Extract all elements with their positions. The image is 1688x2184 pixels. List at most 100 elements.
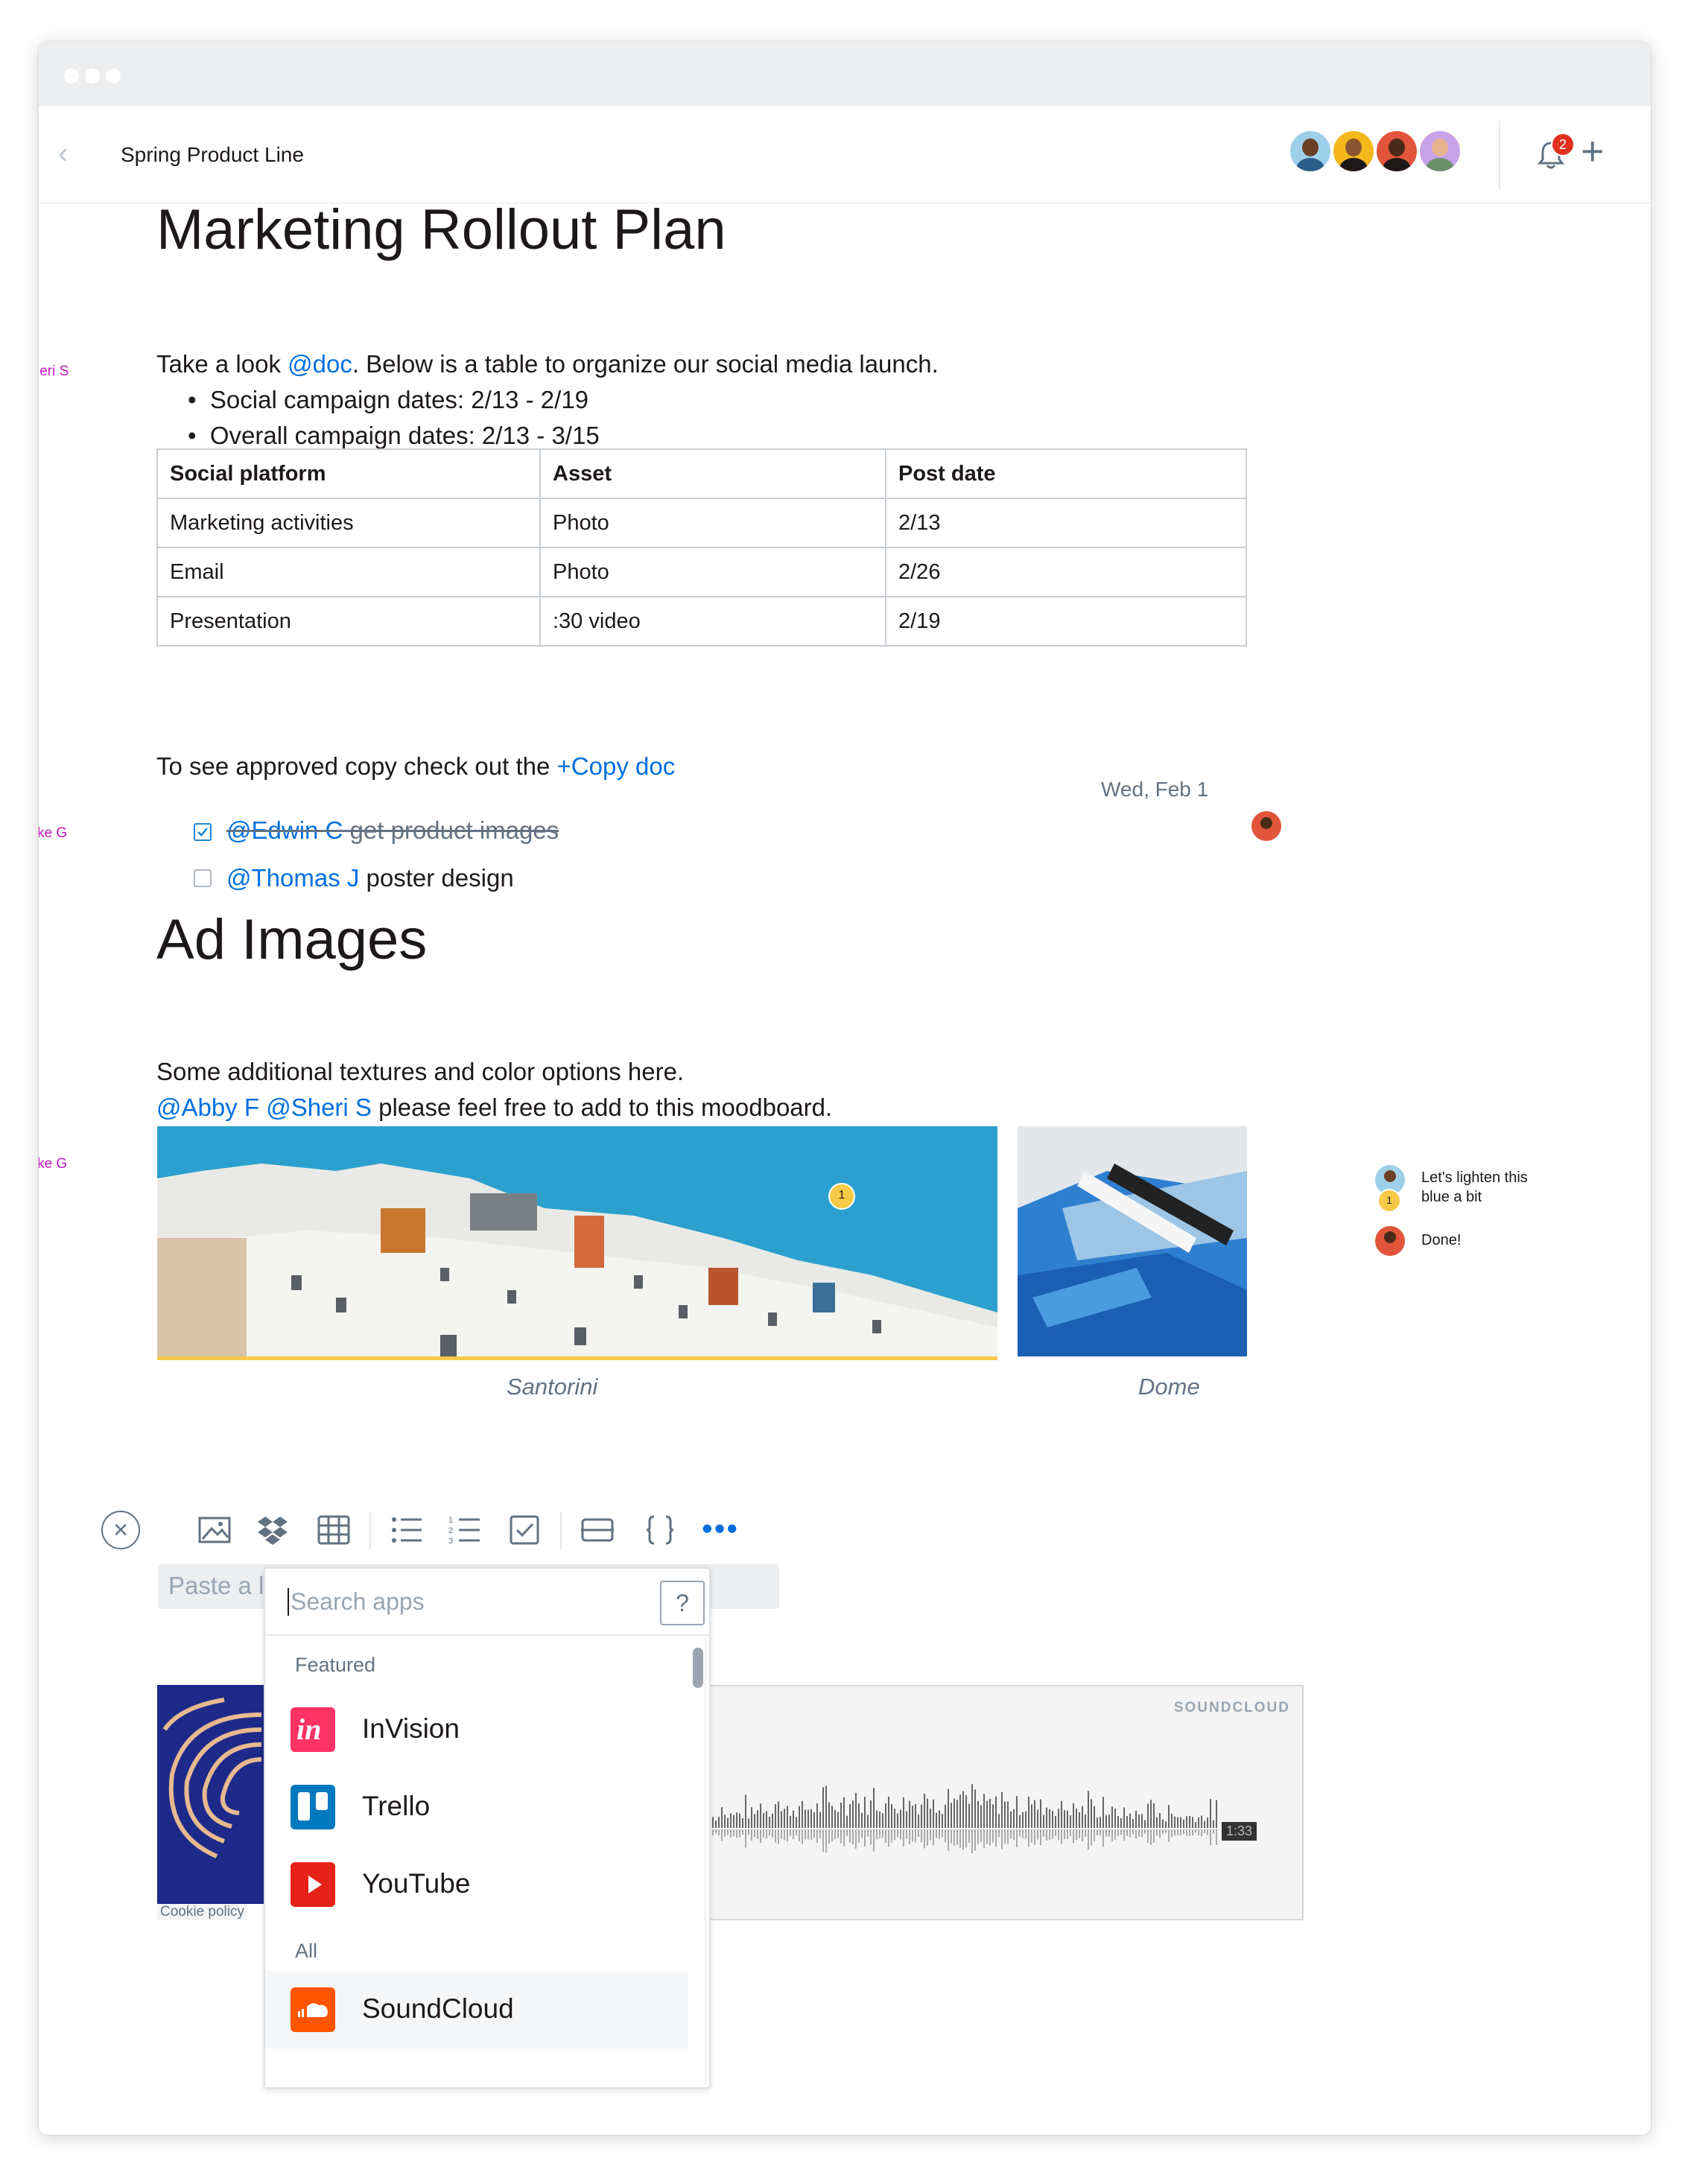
waveform-bar-reflection: [1171, 1829, 1173, 1838]
waveform-bar: [760, 1803, 761, 1828]
waveform-bar-reflection: [1156, 1829, 1158, 1835]
waveform-bar: [1049, 1809, 1050, 1828]
table-cell[interactable]: 2/19: [885, 596, 1247, 647]
comment-text[interactable]: Done!: [1421, 1231, 1461, 1250]
waveform-bar-reflection: [1195, 1829, 1196, 1833]
app-search-input[interactable]: Search apps: [288, 1588, 425, 1616]
waveform-bar: [769, 1817, 770, 1828]
table-cell[interactable]: :30 video: [539, 596, 886, 647]
image-caption[interactable]: Dome: [1138, 1374, 1200, 1400]
table-cell[interactable]: Email: [156, 547, 541, 597]
task-due-date[interactable]: Wed, Feb 1: [1101, 778, 1208, 801]
task-checkbox[interactable]: [194, 869, 212, 887]
santorini-image[interactable]: [157, 1126, 997, 1356]
copy-doc-link[interactable]: +Copy doc: [557, 752, 676, 780]
waveform-bar-reflection: [879, 1829, 881, 1839]
app-item-youtube[interactable]: YouTube: [265, 1846, 688, 1923]
app-item-invision[interactable]: in InVision: [265, 1691, 688, 1768]
table-cell[interactable]: 2/13: [885, 498, 1247, 548]
list-item[interactable]: • Overall campaign dates: 2/13 - 3/15: [188, 422, 600, 450]
comment-text[interactable]: Let's lighten this blue a bit: [1421, 1168, 1528, 1207]
soundcloud-embed[interactable]: SOUNDCLOUD 1:33: [708, 1685, 1304, 1920]
waveform-bar-reflection: [1114, 1829, 1116, 1841]
image-icon[interactable]: [197, 1512, 232, 1548]
task-assignee-mention[interactable]: @Thomas J: [226, 864, 359, 892]
table-cell[interactable]: Photo: [539, 547, 886, 597]
table-cell[interactable]: 2/26: [885, 547, 1247, 597]
section-heading[interactable]: Ad Images: [156, 907, 427, 972]
help-button[interactable]: ?: [660, 1581, 705, 1625]
waveform-bar-reflection: [772, 1829, 773, 1838]
image-caption[interactable]: Santorini: [507, 1374, 597, 1400]
waveform-bar-reflection: [825, 1829, 827, 1853]
waveform-bar: [1094, 1806, 1095, 1828]
waveform-bar-reflection: [727, 1829, 729, 1835]
waveform-bar-reflection: [1189, 1829, 1190, 1836]
waveform-bar: [858, 1803, 860, 1828]
page-title[interactable]: Marketing Rollout Plan: [156, 197, 726, 262]
waveform-bar: [1028, 1796, 1029, 1828]
waveform-bar-reflection: [1102, 1829, 1104, 1847]
waveform-bar-reflection: [715, 1829, 717, 1834]
waveform-bar: [849, 1803, 851, 1828]
list-item[interactable]: • Social campaign dates: 2/13 - 2/19: [188, 386, 588, 414]
waveform-bar: [843, 1797, 845, 1828]
doc-mention-link[interactable]: @doc: [288, 350, 352, 378]
dome-image[interactable]: [1018, 1126, 1247, 1356]
waveform-bar-reflection: [965, 1829, 967, 1848]
waveform-bar: [876, 1810, 878, 1828]
user-mention[interactable]: @Abby F: [156, 1093, 259, 1121]
waveform-bar: [1025, 1811, 1027, 1828]
app-item-soundcloud[interactable]: SoundCloud: [265, 1971, 688, 2048]
code-block-icon[interactable]: [642, 1512, 678, 1548]
table-cell[interactable]: Photo: [539, 498, 886, 548]
table-cell[interactable]: Marketing activities: [156, 498, 541, 548]
waveform-bar-reflection: [1138, 1829, 1140, 1837]
waveform-bar-reflection: [1165, 1829, 1167, 1833]
waveform-bar: [995, 1796, 997, 1828]
waveform-bar: [1126, 1815, 1128, 1828]
table-cell[interactable]: Presentation: [156, 596, 541, 647]
embed-artwork[interactable]: [157, 1685, 264, 1904]
section-paragraph[interactable]: Some additional textures and color optio…: [156, 1058, 684, 1086]
cookie-policy-link[interactable]: Cookie policy: [157, 1904, 247, 1920]
bulleted-list-icon[interactable]: [389, 1512, 425, 1548]
waveform-bar: [822, 1787, 824, 1828]
waveform-bar: [1102, 1797, 1104, 1828]
image-comment-marker[interactable]: 1: [828, 1183, 855, 1210]
waveform-bar: [1067, 1810, 1068, 1828]
author-tag: Jake G: [39, 1156, 68, 1172]
waveform-bar: [739, 1813, 740, 1828]
intro-paragraph[interactable]: Take a look @doc. Below is a table to or…: [156, 350, 939, 378]
waveform-bar-reflection: [819, 1829, 821, 1838]
task-assignee-mention[interactable]: @Edwin C: [226, 816, 343, 844]
waveform-bar-reflection: [930, 1829, 931, 1841]
app-item-trello[interactable]: Trello: [265, 1768, 688, 1846]
waveform-bar-reflection: [894, 1829, 895, 1841]
column-header[interactable]: Social platform: [156, 448, 541, 499]
waveform-bar-reflection: [980, 1829, 982, 1842]
numbered-list-icon[interactable]: 12 3: [447, 1512, 483, 1548]
waveform-bar: [954, 1798, 955, 1828]
dropbox-icon[interactable]: [255, 1512, 291, 1548]
waveform-bar: [1186, 1816, 1187, 1828]
audio-waveform[interactable]: [709, 1768, 1223, 1888]
copy-paragraph[interactable]: To see approved copy check out the +Copy…: [156, 752, 675, 781]
task-checkbox[interactable]: [194, 823, 212, 841]
column-header[interactable]: Post date: [885, 448, 1247, 499]
waveform-bar: [793, 1810, 794, 1828]
section-paragraph[interactable]: @Abby F @Sheri S please feel free to add…: [156, 1093, 832, 1122]
task-item[interactable]: @Thomas J poster design: [226, 864, 514, 892]
user-mention[interactable]: @Sheri S: [266, 1093, 372, 1121]
table-icon[interactable]: [316, 1512, 352, 1548]
checklist-icon[interactable]: [507, 1512, 542, 1548]
waveform-bar: [816, 1803, 818, 1828]
waveform-bar: [861, 1812, 863, 1828]
waveform-bar: [936, 1812, 937, 1828]
divider-icon[interactable]: [580, 1512, 615, 1548]
close-toolbar-button[interactable]: ×: [101, 1511, 140, 1549]
scrollbar-thumb[interactable]: [693, 1648, 703, 1688]
column-header[interactable]: Asset: [539, 448, 886, 499]
more-apps-button[interactable]: •••: [702, 1511, 739, 1546]
task-item[interactable]: @Edwin C get product images: [226, 816, 559, 845]
